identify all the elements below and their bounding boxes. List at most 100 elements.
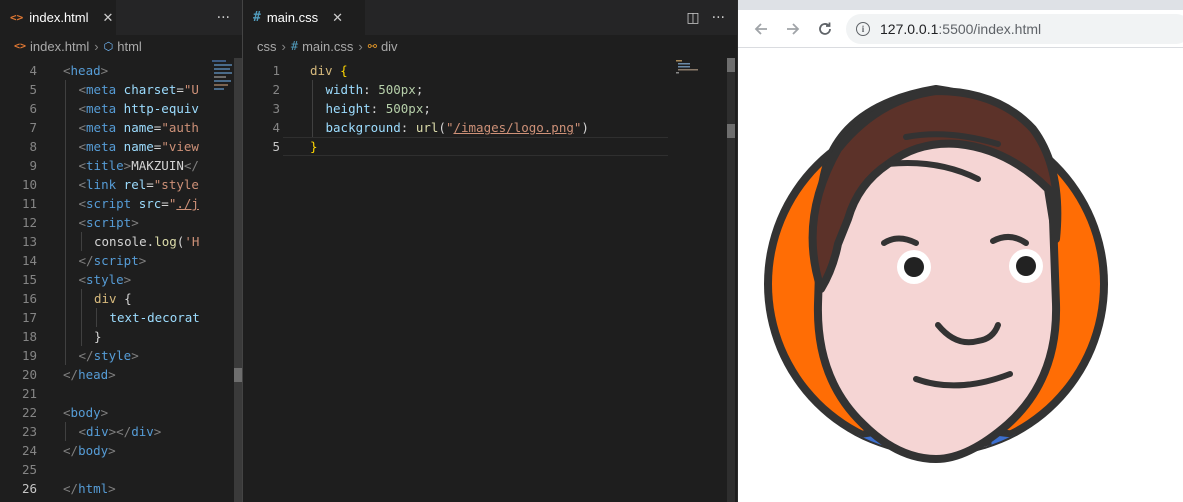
code-text: div { [94,291,132,306]
breadcrumb-rule[interactable]: div [381,39,398,54]
indent-guide [65,327,66,346]
back-button[interactable] [748,16,774,42]
code-line[interactable]: 23 <div></div> [0,422,242,441]
code-line[interactable]: 21 [0,384,242,403]
arrow-right-icon [787,23,800,35]
code-text: <div></div> [78,424,162,439]
code-line[interactable]: 6 <meta http-equiv [0,99,242,118]
line-number: 16 [21,291,37,306]
reload-button[interactable] [812,16,838,42]
css-file-icon: # [253,10,261,25]
code-line[interactable]: 19 </style> [0,346,242,365]
code-line[interactable]: 15 <style> [0,270,242,289]
code-line[interactable]: 2 width: 500px; [243,80,737,99]
code-line[interactable]: 13 console.log('H [0,232,242,251]
minimap[interactable] [675,58,701,118]
code-line[interactable]: 25 [0,460,242,479]
code-text: </script> [78,253,147,268]
url-path: :5500/index.html [938,21,1042,37]
line-number: 14 [21,253,37,268]
line-number: 5 [272,139,280,154]
code-line[interactable]: 3 height: 500px; [243,99,737,118]
indent-guide [80,327,82,346]
line-number: 3 [272,101,280,116]
code-line[interactable]: 5 <meta charset="U [0,80,242,99]
line-number: 18 [21,329,37,344]
breadcrumb: <> index.html › ⬡ html [0,35,242,57]
line-number: 11 [21,196,37,211]
more-actions-icon[interactable]: ··· [217,10,230,26]
more-actions-icon[interactable]: ··· [712,10,725,26]
code-line[interactable]: 17 text-decorat [0,308,242,327]
code-line[interactable]: 5} [243,137,737,156]
indent-guide [80,232,82,251]
line-number: 2 [272,82,280,97]
indent-guide [65,213,66,232]
indent-guide [65,99,66,118]
code-line[interactable]: 4 background: url("/images/logo.png") [243,118,737,137]
indent-guide [65,422,66,441]
indent-guide [65,232,66,251]
code-text: div { [310,63,348,78]
code-text: <style> [78,272,132,287]
line-number: 22 [21,405,37,420]
forward-button[interactable] [780,16,806,42]
code-line[interactable]: 7 <meta name="auth [0,118,242,137]
line-number: 5 [29,82,37,97]
code-line[interactable]: 20 </head> [0,365,242,384]
code-line[interactable]: 9 <title>MAKZUIN</ [0,156,242,175]
indent-guide [96,308,97,327]
address-bar[interactable]: i 127.0.0.1:5500/index.html [846,14,1183,44]
code-line[interactable]: 22 <body> [0,403,242,422]
breadcrumb-file[interactable]: index.html [30,39,89,54]
code-text: } [310,139,318,154]
html-file-icon: <> [14,40,27,52]
code-line[interactable]: 11 <script src="./j [0,194,242,213]
scrollbar-thumb[interactable] [234,58,242,502]
code-text: </body> [63,443,116,458]
indent-guide [65,194,66,213]
code-line[interactable]: 4 <head> [0,61,242,80]
browser-toolbar: i 127.0.0.1:5500/index.html [738,10,1183,48]
code-line[interactable]: 18} [0,327,242,346]
code-line[interactable]: 24 </body> [0,441,242,460]
code-line[interactable]: 14 </script> [0,251,242,270]
code-line[interactable]: 16 div { [0,289,242,308]
info-icon[interactable]: i [856,22,870,36]
line-number: 24 [21,443,37,458]
indent-guide [65,270,66,289]
page-content [738,49,1183,502]
code-text: <meta name="auth [78,120,199,135]
url-text[interactable]: 127.0.0.1:5500/index.html [880,21,1041,37]
breadcrumb-folder[interactable]: css [257,39,277,54]
indent-guide [65,156,66,175]
code-line[interactable]: 12 <script> [0,213,242,232]
split-editor-icon[interactable]: ◫ [686,10,699,26]
code-text: text-decorat [109,310,200,325]
code-text: <script src="./j [78,196,199,211]
breadcrumb-file[interactable]: main.css [302,39,353,54]
line-number: 1 [272,63,280,78]
vertical-scrollbar[interactable] [234,58,242,502]
code-text: </html> [63,481,116,496]
line-number: 4 [29,63,37,78]
scrollbar-thumb[interactable] [727,58,735,72]
browser-window: i 127.0.0.1:5500/index.html [738,0,1183,502]
code-line[interactable]: 1 div { [243,61,737,80]
code-line[interactable]: 26 </html> [0,479,242,498]
tab-main-css[interactable]: # main.css ✕ [243,0,365,35]
minimap[interactable] [210,58,236,118]
code-line[interactable]: 10 <link rel="style [0,175,242,194]
breadcrumb-node[interactable]: html [117,39,142,54]
line-number: 19 [21,348,37,363]
code-text: console.log('H [94,234,200,249]
url-host: 127.0.0.1 [880,21,939,37]
vertical-scrollbar[interactable] [727,58,735,502]
close-icon[interactable]: ✕ [103,10,114,26]
code-text: <head> [63,63,109,78]
tab-index-html[interactable]: <> index.html ✕ [0,0,116,35]
close-icon[interactable]: ✕ [332,10,343,26]
scroll-position-marker [727,124,735,138]
code-line[interactable]: 8 <meta name="view [0,137,242,156]
scroll-position-marker [234,368,242,382]
